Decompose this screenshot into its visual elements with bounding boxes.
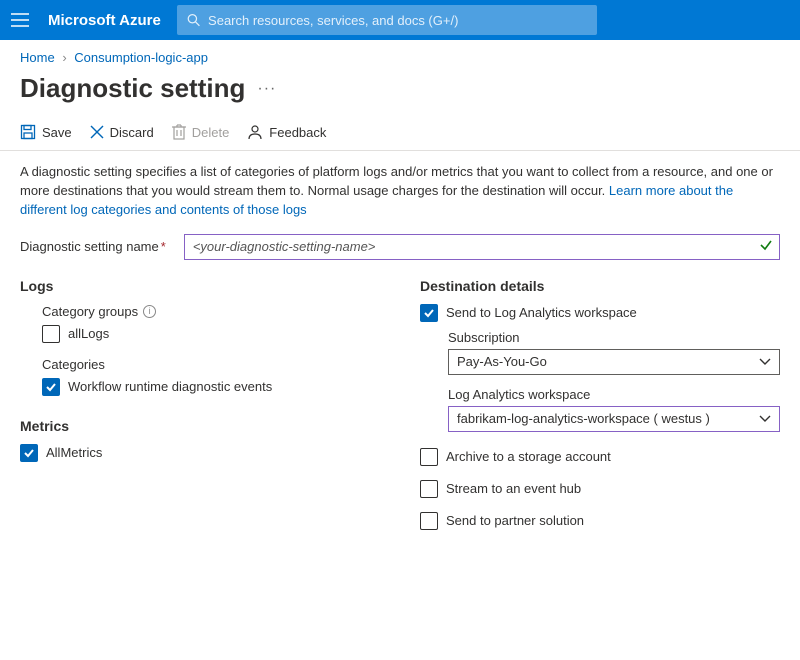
breadcrumb-resource[interactable]: Consumption-logic-app bbox=[74, 50, 208, 65]
save-icon bbox=[20, 124, 36, 140]
setting-name-value: <your-diagnostic-setting-name> bbox=[193, 239, 376, 254]
categories-label: Categories bbox=[42, 357, 400, 372]
search-box[interactable] bbox=[177, 5, 597, 35]
archive-checkbox[interactable] bbox=[420, 448, 438, 466]
allmetrics-row: AllMetrics bbox=[20, 444, 400, 462]
brand-label: Microsoft Azure bbox=[48, 12, 161, 29]
category-groups-text: Category groups bbox=[42, 304, 138, 319]
subscription-select[interactable]: Pay-As-You-Go bbox=[448, 349, 780, 375]
search-input[interactable] bbox=[208, 13, 587, 28]
destination-heading: Destination details bbox=[420, 278, 780, 294]
search-icon bbox=[187, 13, 200, 27]
save-button[interactable]: Save bbox=[20, 124, 72, 140]
title-bar: Diagnostic setting ··· bbox=[0, 69, 800, 118]
page-title: Diagnostic setting bbox=[20, 73, 245, 104]
allmetrics-checkbox[interactable] bbox=[20, 444, 38, 462]
logs-heading: Logs bbox=[20, 278, 400, 294]
right-column: Destination details Send to Log Analytic… bbox=[420, 278, 780, 544]
delete-label: Delete bbox=[192, 125, 230, 140]
allmetrics-label: AllMetrics bbox=[46, 445, 102, 460]
archive-label: Archive to a storage account bbox=[446, 449, 611, 464]
stream-checkbox[interactable] bbox=[420, 480, 438, 498]
category-groups-label: Category groups i bbox=[42, 304, 400, 319]
more-icon[interactable]: ··· bbox=[257, 80, 276, 98]
trash-icon bbox=[172, 124, 186, 140]
setting-name-label: Diagnostic setting name* bbox=[20, 239, 166, 254]
description-text: A diagnostic setting specifies a list of… bbox=[0, 151, 800, 230]
setting-name-row: Diagnostic setting name* <your-diagnosti… bbox=[0, 230, 800, 278]
send-la-row: Send to Log Analytics workspace bbox=[420, 304, 780, 322]
workspace-label: Log Analytics workspace bbox=[448, 387, 780, 402]
setting-name-label-text: Diagnostic setting name bbox=[20, 239, 159, 254]
workspace-value: fabrikam-log-analytics-workspace ( westu… bbox=[457, 411, 710, 426]
alllogs-label: allLogs bbox=[68, 326, 109, 341]
stream-label: Stream to an event hub bbox=[446, 481, 581, 496]
save-label: Save bbox=[42, 125, 72, 140]
send-la-label: Send to Log Analytics workspace bbox=[446, 305, 637, 320]
hamburger-icon[interactable] bbox=[8, 8, 32, 32]
archive-row: Archive to a storage account bbox=[420, 448, 780, 466]
send-la-checkbox[interactable] bbox=[420, 304, 438, 322]
workflow-label: Workflow runtime diagnostic events bbox=[68, 379, 272, 394]
required-asterisk: * bbox=[161, 239, 166, 254]
la-config-block: Subscription Pay-As-You-Go Log Analytics… bbox=[448, 330, 780, 432]
chevron-down-icon bbox=[759, 354, 771, 369]
discard-button[interactable]: Discard bbox=[90, 125, 154, 140]
workflow-checkbox[interactable] bbox=[42, 378, 60, 396]
info-icon[interactable]: i bbox=[143, 305, 156, 318]
left-column: Logs Category groups i allLogs Categorie… bbox=[20, 278, 400, 544]
subscription-label: Subscription bbox=[448, 330, 780, 345]
metrics-heading: Metrics bbox=[20, 418, 400, 434]
close-icon bbox=[90, 125, 104, 139]
breadcrumb: Home › Consumption-logic-app bbox=[0, 40, 800, 69]
other-destinations: Archive to a storage account Stream to a… bbox=[420, 448, 780, 530]
setting-name-input[interactable]: <your-diagnostic-setting-name> bbox=[184, 234, 780, 260]
top-bar: Microsoft Azure bbox=[0, 0, 800, 40]
delete-button: Delete bbox=[172, 124, 230, 140]
chevron-right-icon: › bbox=[62, 50, 66, 65]
discard-label: Discard bbox=[110, 125, 154, 140]
alllogs-row: allLogs bbox=[42, 325, 400, 343]
workflow-row: Workflow runtime diagnostic events bbox=[42, 378, 400, 396]
subscription-value: Pay-As-You-Go bbox=[457, 354, 547, 369]
workspace-select[interactable]: fabrikam-log-analytics-workspace ( westu… bbox=[448, 406, 780, 432]
partner-row: Send to partner solution bbox=[420, 512, 780, 530]
feedback-label: Feedback bbox=[269, 125, 326, 140]
partner-label: Send to partner solution bbox=[446, 513, 584, 528]
check-icon bbox=[759, 238, 773, 255]
partner-checkbox[interactable] bbox=[420, 512, 438, 530]
feedback-button[interactable]: Feedback bbox=[247, 124, 326, 140]
command-bar: Save Discard Delete Feedback bbox=[0, 118, 800, 151]
content-columns: Logs Category groups i allLogs Categorie… bbox=[0, 278, 800, 564]
breadcrumb-home[interactable]: Home bbox=[20, 50, 55, 65]
stream-row: Stream to an event hub bbox=[420, 480, 780, 498]
alllogs-checkbox[interactable] bbox=[42, 325, 60, 343]
chevron-down-icon bbox=[759, 411, 771, 426]
person-icon bbox=[247, 124, 263, 140]
